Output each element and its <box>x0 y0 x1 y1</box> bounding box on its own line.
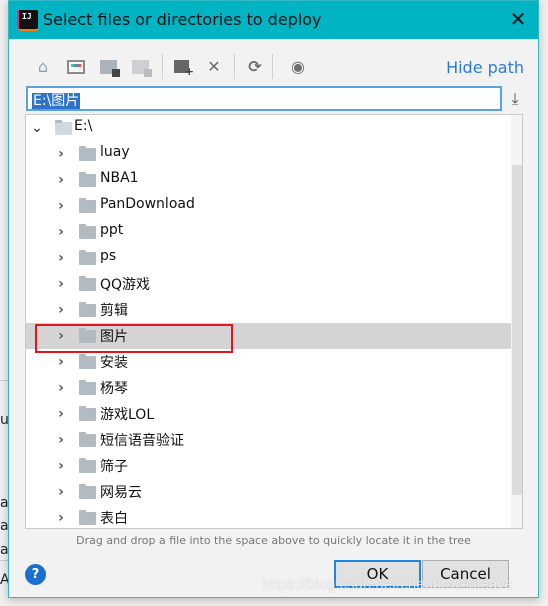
ok-button[interactable]: OK <box>334 560 421 588</box>
deploy-dialog: IJ Select files or directories to deploy… <box>8 0 539 598</box>
chevron-right-icon[interactable]: › <box>54 401 68 427</box>
tree-item[interactable]: › 表白 <box>26 505 510 528</box>
tree-item-label: 剪辑 <box>100 303 128 319</box>
tree-item[interactable]: › 游戏LOL <box>26 401 510 427</box>
tree-root[interactable]: ⌄ E:\ <box>26 115 510 141</box>
refresh-icon[interactable]: ⟳ <box>245 57 265 77</box>
chevron-right-icon[interactable]: › <box>54 323 68 349</box>
project-folder-icon[interactable] <box>99 57 120 77</box>
new-folder-icon[interactable]: + <box>173 57 194 77</box>
drive-icon <box>55 120 72 135</box>
tree-item[interactable]: › PanDownload <box>26 193 510 219</box>
folder-icon <box>79 250 96 265</box>
chevron-right-icon[interactable]: › <box>54 141 68 167</box>
tree-item-label: 图片 <box>100 329 128 345</box>
folder-icon <box>79 302 96 317</box>
chevron-right-icon[interactable]: › <box>54 245 68 271</box>
desktop-icon[interactable] <box>66 57 86 77</box>
scrollbar-thumb[interactable] <box>512 164 522 495</box>
tree-item[interactable]: › 网易云 <box>26 479 510 505</box>
tree-item-label: QQ游戏 <box>100 277 151 293</box>
tree-root-label: E:\ <box>74 118 93 134</box>
chevron-right-icon[interactable]: › <box>54 453 68 479</box>
chevron-right-icon[interactable]: › <box>54 505 68 528</box>
drag-drop-hint: Drag and drop a file into the space abov… <box>76 534 471 547</box>
help-button[interactable]: ? <box>25 564 46 585</box>
tree-item-label: 网易云 <box>100 485 142 501</box>
toolbar-separator <box>234 54 235 79</box>
close-button[interactable]: ✕ <box>506 7 530 31</box>
chevron-down-icon[interactable]: ⌄ <box>30 115 44 141</box>
tree-item-label: ps <box>100 248 117 264</box>
folder-icon <box>79 354 96 369</box>
chevron-right-icon[interactable]: › <box>54 271 68 297</box>
folder-icon <box>79 276 96 291</box>
dialog-title: Select files or directories to deploy <box>43 10 322 29</box>
tree-item[interactable]: › 筛子 <box>26 453 510 479</box>
show-hidden-icon[interactable]: ◉ <box>288 57 308 77</box>
tree-item[interactable]: › NBA1 <box>26 167 510 193</box>
tree-item[interactable]: › QQ游戏 <box>26 271 510 297</box>
toolbar-separator <box>272 54 273 79</box>
tree-item-label: NBA1 <box>100 170 139 186</box>
tree-item-label: 游戏LOL <box>100 407 155 423</box>
tree-item-label: ppt <box>100 222 124 238</box>
folder-icon <box>79 224 96 239</box>
cancel-button[interactable]: Cancel <box>422 560 509 588</box>
tree-item[interactable]: › 杨琴 <box>26 375 510 401</box>
folder-icon <box>79 146 96 161</box>
chevron-right-icon[interactable]: › <box>54 167 68 193</box>
folder-icon <box>79 484 96 499</box>
intellij-app-icon: IJ <box>19 10 38 29</box>
tree-item[interactable]: › 图片 <box>26 323 522 349</box>
scrollbar[interactable] <box>511 115 522 528</box>
tree-item[interactable]: › 短信语音验证 <box>26 427 510 453</box>
chevron-right-icon[interactable]: › <box>54 427 68 453</box>
chevron-right-icon[interactable]: › <box>54 193 68 219</box>
tree-item-label: 短信语音验证 <box>100 433 184 449</box>
folder-icon <box>79 198 96 213</box>
tree-item[interactable]: › ps <box>26 245 510 271</box>
chevron-right-icon[interactable]: › <box>54 375 68 401</box>
home-icon[interactable]: ⌂ <box>33 57 53 77</box>
tree-item-label: 筛子 <box>100 459 128 475</box>
tree-item-label: 杨琴 <box>100 381 128 397</box>
toolbar-separator <box>162 54 163 79</box>
path-value: E:\图片 <box>32 93 81 109</box>
module-folder-icon[interactable] <box>131 57 152 77</box>
hide-path-link[interactable]: Hide path <box>446 58 524 77</box>
chevron-right-icon[interactable]: › <box>54 349 68 375</box>
chevron-right-icon[interactable]: › <box>54 479 68 505</box>
folder-icon <box>79 458 96 473</box>
tree-item[interactable]: › luay <box>26 141 510 167</box>
chevron-right-icon[interactable]: › <box>54 297 68 323</box>
title-bar[interactable]: IJ Select files or directories to deploy… <box>9 1 538 39</box>
folder-icon <box>79 380 96 395</box>
tree-item-label: luay <box>100 144 130 160</box>
tree-item-label: 安装 <box>100 355 128 371</box>
path-input[interactable]: E:\图片 <box>26 86 502 111</box>
folder-icon <box>79 406 96 421</box>
delete-icon[interactable]: ✕ <box>204 57 224 77</box>
folder-icon <box>79 432 96 447</box>
chevron-right-icon[interactable]: › <box>54 219 68 245</box>
tree-item-label: 表白 <box>100 511 128 527</box>
download-icon[interactable]: ⤓ <box>505 89 525 109</box>
tree-item-label: PanDownload <box>100 196 195 212</box>
file-tree[interactable]: ⌄ E:\ › luay › NBA1 › PanDownload › ppt › ps › QQ游戏… <box>25 114 523 529</box>
tree-item[interactable]: › 剪辑 <box>26 297 510 323</box>
folder-icon <box>79 172 96 187</box>
folder-icon <box>79 328 96 343</box>
folder-icon <box>79 510 96 525</box>
tree-item[interactable]: › ppt <box>26 219 510 245</box>
tree-item[interactable]: › 安装 <box>26 349 510 375</box>
